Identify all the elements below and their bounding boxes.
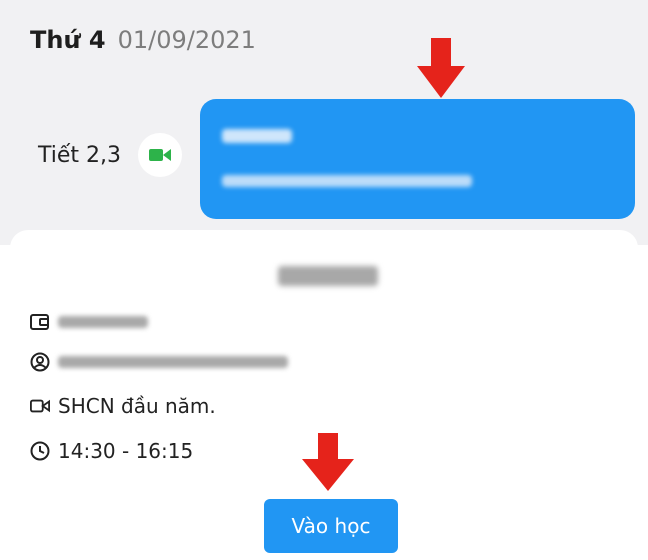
video-icon [30, 396, 50, 416]
meeting-title: SHCN đầu năm. [58, 394, 216, 418]
clock-icon [30, 441, 50, 461]
red-arrow-down-join [300, 433, 356, 493]
wallet-icon [30, 312, 50, 332]
weekday-label: Thứ 4 [30, 26, 106, 54]
time-range: 14:30 - 16:15 [58, 439, 194, 463]
period-label: Tiết 2,3 [38, 143, 122, 168]
meeting-row: SHCN đầu năm. [30, 391, 216, 421]
date-label: 01/09/2021 [117, 26, 256, 54]
video-camera-icon [138, 133, 182, 177]
blurred-class-title [278, 266, 378, 286]
join-class-button[interactable]: Vào học [264, 499, 398, 553]
date-row: Thứ 4 01/09/2021 [30, 26, 256, 62]
red-arrow-down [415, 38, 467, 100]
blurred-teacher-email [58, 356, 288, 368]
blurred-subject [222, 129, 292, 143]
class-card[interactable] [200, 99, 635, 219]
blurred-room [58, 316, 148, 328]
teacher-row [30, 347, 288, 377]
user-circle-icon [30, 352, 50, 372]
time-row: 14:30 - 16:15 [30, 436, 193, 466]
blurred-teacher [222, 175, 472, 187]
room-row [30, 307, 148, 337]
